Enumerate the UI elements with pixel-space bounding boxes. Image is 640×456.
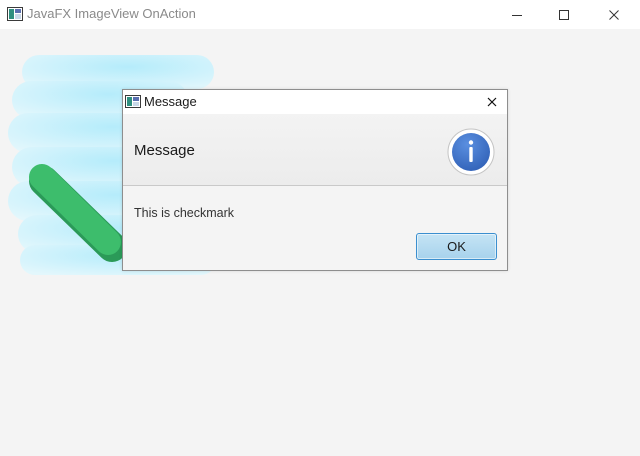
message-dialog[interactable]: Message Message This is checkmark OK (122, 89, 508, 271)
close-icon (487, 97, 497, 107)
close-icon (609, 9, 619, 20)
dialog-header-text: Message (134, 142, 195, 159)
window-title: JavaFX ImageView OnAction (27, 6, 196, 21)
java-window-icon (125, 95, 141, 108)
dialog-titlebar[interactable]: Message (123, 90, 507, 114)
minimize-button[interactable] (494, 0, 540, 29)
dialog-close-button[interactable] (477, 90, 507, 114)
dialog-title: Message (144, 94, 197, 109)
dialog-content-text: This is checkmark (134, 206, 235, 220)
information-icon (447, 128, 495, 176)
window-titlebar[interactable]: JavaFX ImageView OnAction (0, 0, 640, 29)
ok-button[interactable]: OK (416, 233, 497, 260)
dialog-header: Message (123, 114, 507, 186)
java-window-icon (7, 7, 23, 21)
minimize-icon (512, 14, 522, 16)
maximize-button[interactable] (541, 0, 587, 29)
window-close-button[interactable] (591, 0, 637, 29)
maximize-icon (559, 9, 569, 20)
